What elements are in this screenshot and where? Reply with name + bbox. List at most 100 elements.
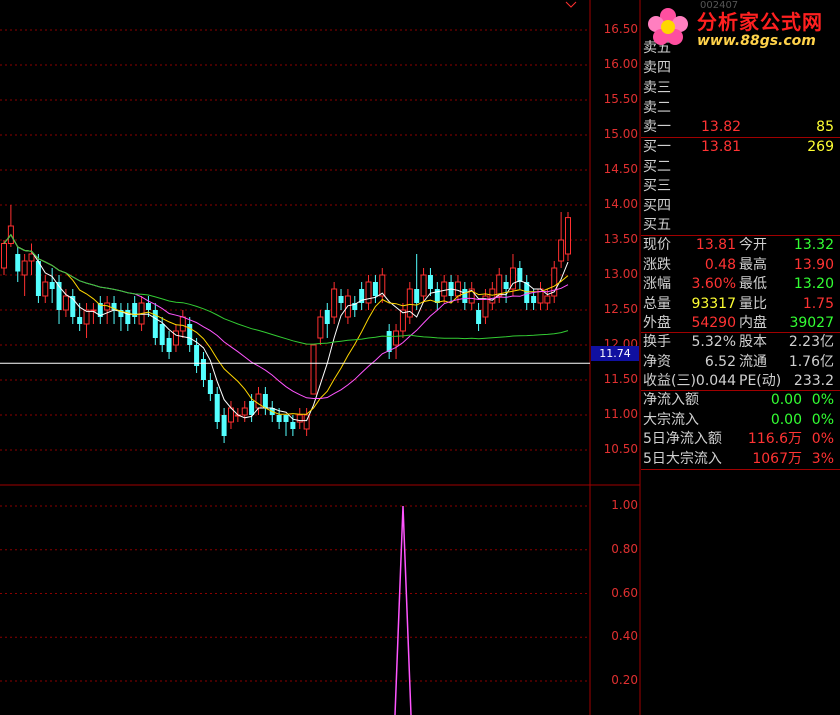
candle-body [393,330,400,346]
indicator-tick-label: 0.60 [611,585,638,600]
candle-body [1,243,7,269]
quote-row: 总量 93317 量比 1.75 [641,295,838,314]
candle-body [166,338,172,352]
flow-row: 大宗流入 0.00 0% [641,411,838,430]
flow-percent: 3% [811,450,834,467]
price-tick-label: 15.50 [603,92,638,106]
candle-body [317,316,324,339]
price-tick-label: 11.50 [603,372,638,386]
candle-body [179,316,186,332]
flow-row: 净流入额 0.00 0% [641,391,838,410]
quote-panel: 卖五 卖四 卖三 卖二 卖一 13.82 85 买一 13.81 269 买二 买三 买四 买五 现价 13.… [641,0,840,715]
quote-value: 13.81 [695,237,736,253]
candle-body [414,289,420,303]
candle-body [420,274,427,297]
buy-level-label: 买三 [643,178,671,194]
fundamental-value-2: 1.76亿 [788,353,834,370]
quote-row: 涨跌 0.48 最高 13.90 [641,256,838,275]
fundamental-value: 0.044 [695,373,736,389]
flower-logo-icon [648,8,688,45]
candle-body [441,281,448,297]
candle-body [28,253,35,262]
quote-label-2: 量比 [739,295,767,312]
fundamental-row: 收益(三) 0.044 PE(动) 233.2 [641,372,838,391]
divider [641,469,840,470]
candle-body [283,415,289,422]
price-tick-label: 13.00 [603,267,638,281]
fundamental-value-2: 233.2 [793,373,834,389]
price-tick-label: 16.00 [603,57,638,71]
quote-value-2: 13.20 [793,276,834,292]
candle-body [35,261,41,296]
flow-label: 5日大宗流入 [643,450,722,467]
fundamental-row: 换手 5.32% 股本 2.23亿 [641,333,838,352]
sell-price: 13.82 [701,119,742,135]
fundamental-label: 收益(三) [643,373,696,389]
quote-value: 3.60% [691,276,736,292]
indicator-tick-label: 0.80 [611,541,638,556]
candle-body [145,303,151,310]
price-tick-label: 15.00 [603,127,638,141]
candle-body [249,401,255,415]
buy-level-label: 买一 [643,139,671,155]
candle-body [83,309,90,325]
candle-body [386,331,392,352]
quote-label: 涨跌 [643,256,671,273]
quote-row: 涨幅 3.60% 最低 13.20 [641,275,838,294]
flow-label: 净流入额 [643,392,699,408]
candle-body [372,282,378,296]
quote-value: 93317 [691,295,736,312]
fundamental-label: 净资 [643,353,671,370]
price-tick-label: 13.50 [603,232,638,246]
quote-row: 外盘 54290 内盘 39027 [641,314,838,333]
candle-body [544,295,551,304]
indicator-spike-line [394,505,412,715]
fundamental-value: 6.52 [704,353,736,370]
indicator-tick-label: 0.20 [611,673,638,687]
flow-percent: 0% [811,431,834,447]
sell-level-label: 卖四 [643,60,671,76]
candle-body [462,289,468,303]
sell-volume: 85 [816,119,834,135]
quote-value: 0.48 [704,256,736,273]
candle-body [531,296,537,303]
candle-body [200,359,206,380]
candle-body [214,394,220,422]
candle-body [49,282,55,289]
ma60-line [3,233,569,345]
quote-label: 总量 [643,295,671,312]
orderbook-sell-row: 卖四 [641,59,838,78]
flow-value: 0.00 [770,411,802,428]
candle-body [42,281,49,297]
candle-body [565,217,571,255]
quote-label: 外盘 [643,315,671,331]
price-tick-label: 14.00 [603,197,638,211]
candle-body [290,422,296,429]
flow-value: 1067万 [752,450,802,467]
candle-body [503,282,509,289]
candle-body [517,268,523,282]
quote-label: 涨幅 [643,276,671,292]
sell-level-label: 卖一 [643,119,671,135]
flow-value: 0.00 [770,392,802,408]
candle-body [207,380,213,394]
flow-value: 116.6万 [747,431,802,447]
buy-level-label: 买五 [643,217,671,233]
flow-row: 5日净流入额 116.6万 0% [641,430,838,449]
candle-body [338,296,344,303]
ma10-line [3,233,569,415]
candle-body [331,288,338,318]
price-tick-label: 10.50 [603,442,638,456]
flow-percent: 0% [811,411,834,428]
quote-row: 现价 13.81 今开 13.32 [641,236,838,255]
chart-canvas[interactable] [0,0,641,715]
orderbook-buy-row: 买三 [641,177,838,196]
quote-value-2: 13.32 [793,237,834,253]
orderbook-sell-row: 卖二 [641,99,838,118]
fundamental-label: 换手 [643,334,671,350]
quote-label-2: 最低 [739,276,767,292]
candle-body [62,295,69,311]
quote-label: 现价 [643,237,671,253]
candle-body [15,254,21,272]
candle-body [21,260,28,276]
